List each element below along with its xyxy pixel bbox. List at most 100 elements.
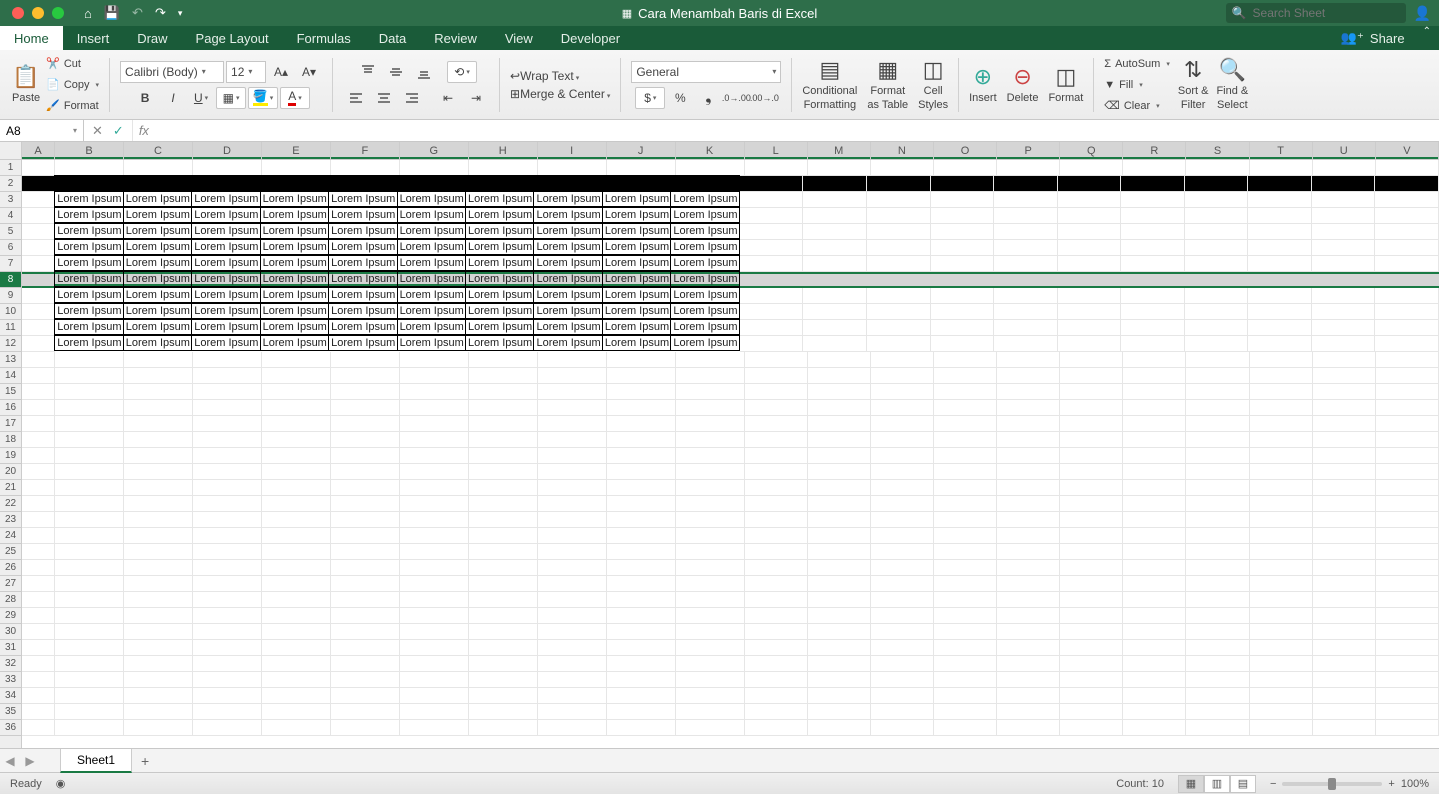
spreadsheet-grid[interactable]: ABCDEFGHIJKLMNOPQRSTUV 12345678910111213… [0, 142, 1439, 748]
cell[interactable] [22, 672, 55, 688]
cell[interactable] [124, 416, 193, 432]
cell[interactable] [871, 352, 934, 368]
cell[interactable]: Lorem Ipsum [670, 271, 739, 287]
cell[interactable]: Lorem Ipsum [397, 335, 466, 351]
cell[interactable] [400, 464, 469, 480]
cell[interactable] [400, 544, 469, 560]
cell[interactable] [22, 704, 55, 720]
cell[interactable] [1060, 464, 1123, 480]
cell[interactable] [803, 304, 867, 320]
fill-button[interactable]: ▼Fill▾ [1104, 76, 1170, 94]
merge-center-button[interactable]: ⊞Merge & Center▾ [510, 87, 610, 101]
cell[interactable] [871, 400, 934, 416]
cell[interactable]: Lorem Ipsum [465, 335, 534, 351]
cell[interactable] [997, 368, 1060, 384]
cell[interactable] [1375, 304, 1439, 320]
cell[interactable] [1376, 704, 1439, 720]
cell[interactable] [997, 432, 1060, 448]
cell[interactable] [1123, 608, 1186, 624]
cell[interactable] [193, 368, 262, 384]
cell[interactable] [1248, 240, 1312, 256]
cell[interactable] [55, 560, 124, 576]
italic-button[interactable]: I [160, 87, 186, 109]
cell[interactable] [931, 304, 995, 320]
font-color-button[interactable]: A▾ [280, 87, 310, 109]
cell[interactable] [262, 656, 331, 672]
cell[interactable] [808, 704, 871, 720]
cell[interactable] [1312, 176, 1376, 192]
cell[interactable] [676, 672, 745, 688]
cell[interactable] [871, 448, 934, 464]
cell[interactable] [331, 624, 400, 640]
cell[interactable] [997, 656, 1060, 672]
cell[interactable] [1058, 208, 1122, 224]
cell[interactable] [1376, 496, 1439, 512]
cell[interactable] [328, 175, 397, 191]
cell[interactable] [22, 352, 55, 368]
cell[interactable] [331, 160, 400, 176]
cell[interactable] [867, 224, 931, 240]
cell[interactable] [1248, 176, 1312, 192]
cell[interactable] [469, 160, 538, 176]
cell[interactable] [1058, 320, 1122, 336]
cell[interactable] [997, 352, 1060, 368]
next-sheet-icon[interactable]: ▶ [20, 754, 40, 768]
decrease-decimal-button[interactable]: .00→.0 [751, 87, 777, 109]
column-header-I[interactable]: I [538, 142, 607, 159]
cell[interactable] [745, 688, 808, 704]
cell[interactable] [193, 704, 262, 720]
orientation-button[interactable]: ⟲▾ [447, 61, 477, 83]
cell[interactable] [607, 480, 676, 496]
cell[interactable] [193, 720, 262, 736]
cell[interactable] [867, 336, 931, 352]
cell[interactable] [871, 656, 934, 672]
cell[interactable] [994, 192, 1058, 208]
cell[interactable] [997, 672, 1060, 688]
cell[interactable] [1250, 480, 1313, 496]
cell[interactable]: Lorem Ipsum [123, 287, 192, 303]
cell[interactable] [670, 175, 739, 191]
cell[interactable] [538, 608, 607, 624]
cell[interactable] [745, 576, 808, 592]
column-header-R[interactable]: R [1123, 142, 1186, 159]
cell[interactable] [538, 512, 607, 528]
cell[interactable] [400, 704, 469, 720]
cell[interactable] [745, 528, 808, 544]
cell[interactable] [1121, 176, 1185, 192]
cell[interactable] [934, 720, 997, 736]
cell[interactable] [1123, 576, 1186, 592]
cell[interactable] [803, 320, 867, 336]
cell[interactable] [808, 640, 871, 656]
cell[interactable]: Lorem Ipsum [397, 239, 466, 255]
cell[interactable] [124, 608, 193, 624]
cell[interactable] [469, 656, 538, 672]
tab-insert[interactable]: Insert [63, 26, 124, 50]
cell[interactable] [1186, 688, 1249, 704]
cell[interactable] [1186, 608, 1249, 624]
cell[interactable] [1186, 576, 1249, 592]
find-select-button[interactable]: 🔍Find &Select [1216, 58, 1248, 110]
cell[interactable] [931, 320, 995, 336]
column-header-F[interactable]: F [331, 142, 400, 159]
cell[interactable] [607, 432, 676, 448]
cell[interactable] [1186, 672, 1249, 688]
cell[interactable] [1186, 704, 1249, 720]
macro-record-icon[interactable]: ◉ [56, 777, 66, 790]
cell[interactable] [997, 448, 1060, 464]
cell[interactable] [1123, 448, 1186, 464]
row-header-36[interactable]: 36 [0, 720, 21, 736]
cell[interactable] [1376, 480, 1439, 496]
column-header-L[interactable]: L [745, 142, 808, 159]
cell[interactable]: Lorem Ipsum [465, 207, 534, 223]
cell[interactable] [1312, 208, 1376, 224]
cell[interactable] [676, 656, 745, 672]
font-name-select[interactable]: Calibri (Body)▾ [120, 61, 224, 83]
cell[interactable] [1123, 416, 1186, 432]
cell[interactable] [538, 528, 607, 544]
increase-font-button[interactable]: A▴ [268, 61, 294, 83]
cell[interactable] [740, 288, 804, 304]
cell[interactable] [193, 640, 262, 656]
cell[interactable] [124, 560, 193, 576]
cell[interactable] [676, 624, 745, 640]
cell[interactable] [193, 416, 262, 432]
